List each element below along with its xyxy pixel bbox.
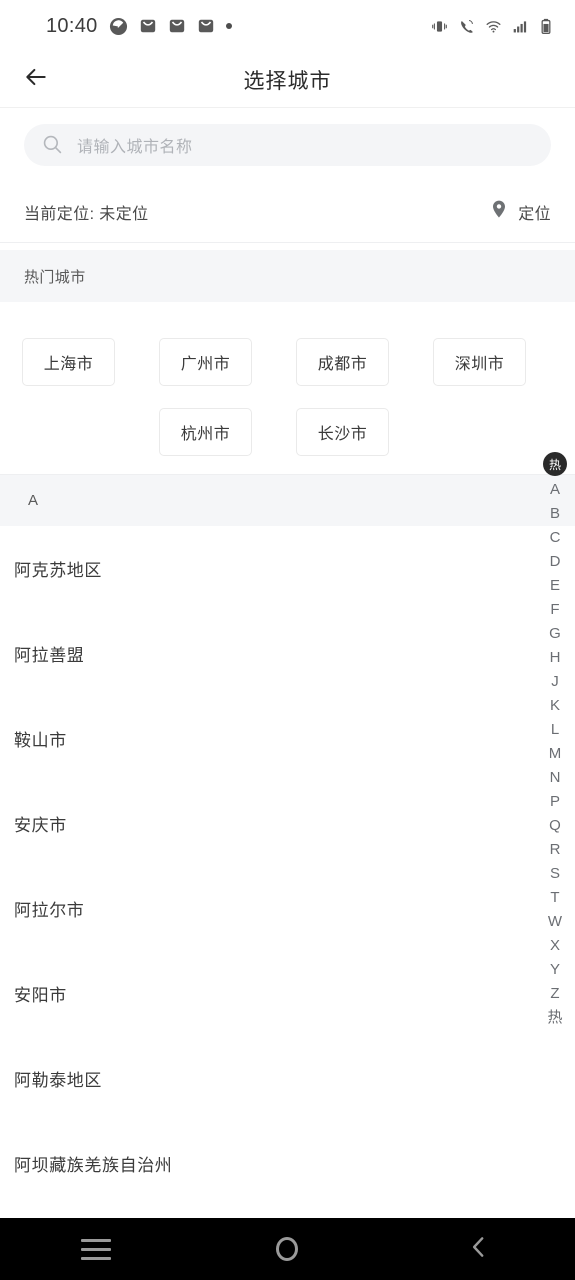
index-letter-y[interactable]: Y [550,958,560,982]
mail-icon [197,17,215,35]
back-chevron-icon [466,1234,492,1265]
index-letter-q[interactable]: Q [549,814,561,838]
index-letter-w[interactable]: W [548,910,562,934]
recents-button[interactable] [48,1218,144,1280]
hot-city-chip-hangzhou[interactable]: 杭州市 [159,408,252,456]
index-letter-z[interactable]: Z [550,982,559,1006]
index-letter-n[interactable]: N [550,766,561,790]
index-hot-badge[interactable]: 热 [543,452,567,476]
hot-city-cell: 广州市 [137,338,274,386]
app-header: 选择城市 [0,52,575,108]
search-bar-container: 请输入城市名称 [0,108,575,181]
hot-city-chip-guangzhou[interactable]: 广州市 [159,338,252,386]
home-icon [276,1237,299,1261]
status-bar-right [431,18,553,35]
index-letter-c[interactable]: C [550,526,561,550]
index-letter-b[interactable]: B [550,502,560,526]
status-bar: 10:40 [0,0,575,52]
hot-cities-grid: 上海市 广州市 成都市 深圳市 杭州市 长沙市 [0,302,575,474]
back-button[interactable] [14,58,58,102]
status-bar-left: 10:40 [46,15,232,38]
status-bar-clock: 10:40 [46,14,98,37]
locate-button-label: 定位 [518,205,551,223]
letter-section-header-a: A [0,474,575,526]
hot-city-chip-shenzhen[interactable]: 深圳市 [433,338,526,386]
mail-icon [139,17,157,35]
index-letter-e[interactable]: E [550,574,560,598]
hot-cities-section-header: 热门城市 [0,250,575,302]
wifi-calling-icon [458,18,475,35]
city-list-item[interactable]: 阿坝藏族羌族自治州 [0,1121,575,1206]
city-list-item[interactable]: 阿拉善盟 [0,611,575,696]
wifi-icon [485,18,502,35]
index-letter-j[interactable]: J [551,670,559,694]
index-letter-g[interactable]: G [549,622,561,646]
search-input[interactable]: 请输入城市名称 [24,123,551,166]
mail-icon [168,17,186,35]
index-letter-d[interactable]: D [550,550,561,574]
index-letter-a[interactable]: A [550,478,560,502]
hot-city-chip-chengdu[interactable]: 成都市 [296,338,389,386]
dot-icon [225,23,232,29]
hot-city-cell: 深圳市 [411,338,548,386]
signal-icon [512,18,529,35]
recents-icon [80,1238,111,1260]
hot-city-chip-shanghai[interactable]: 上海市 [22,338,115,386]
city-list[interactable]: A 阿克苏地区 阿拉善盟 鞍山市 安庆市 阿拉尔市 安阳市 阿勒泰地区 阿坝藏族… [0,474,575,1218]
hot-cities-row: 上海市 广州市 成都市 深圳市 [0,338,575,386]
system-navigation-bar [0,1218,575,1280]
index-letter-s[interactable]: S [550,862,560,886]
index-letter-r[interactable]: R [550,838,561,862]
index-letter-h[interactable]: H [550,646,561,670]
clock-icon [109,17,128,36]
index-letter-m[interactable]: M [549,742,562,766]
city-list-item[interactable]: 安庆市 [0,781,575,866]
battery-icon [539,18,553,35]
city-list-item[interactable]: 鞍山市 [0,696,575,781]
location-pin-icon [489,199,509,224]
hot-cities-row: 杭州市 长沙市 [0,408,575,456]
index-letter-l[interactable]: L [551,718,559,742]
hot-city-chip-changsha[interactable]: 长沙市 [296,408,389,456]
home-button[interactable] [239,1218,335,1280]
city-list-item[interactable]: 安阳市 [0,951,575,1036]
search-icon [42,134,63,155]
system-back-button[interactable] [431,1218,527,1280]
vibrate-icon [431,18,448,35]
back-arrow-icon [23,64,49,95]
hot-city-cell: 杭州市 [137,408,274,456]
page-title: 选择城市 [243,69,332,93]
hot-city-cell: 成都市 [274,338,411,386]
search-placeholder: 请输入城市名称 [77,138,193,156]
index-letter-k[interactable]: K [550,694,560,718]
index-letter-f[interactable]: F [550,598,559,622]
index-letter-hot[interactable]: 热 [547,1006,562,1030]
index-letter-p[interactable]: P [550,790,560,814]
city-list-item[interactable]: 阿拉尔市 [0,866,575,951]
alphabet-index-bar[interactable]: 热 A B C D E F G H J K L M N P Q R S T W … [535,452,575,1030]
locate-button[interactable]: 定位 [489,199,551,224]
current-location-row: 当前定位: 未定位 定位 [0,181,575,243]
current-location-label: 当前定位: 未定位 [24,205,149,223]
city-list-item[interactable]: 阿勒泰地区 [0,1036,575,1121]
index-letter-t[interactable]: T [550,886,559,910]
index-letter-x[interactable]: X [550,934,560,958]
hot-city-cell: 长沙市 [274,408,411,456]
app-screen: 10:40 选择城市 请输入城市名称 当前定位: 未定位 定位 热门城市 上海市… [0,0,575,1280]
hot-city-cell: 上海市 [0,338,137,386]
city-list-item[interactable]: 阿克苏地区 [0,526,575,611]
